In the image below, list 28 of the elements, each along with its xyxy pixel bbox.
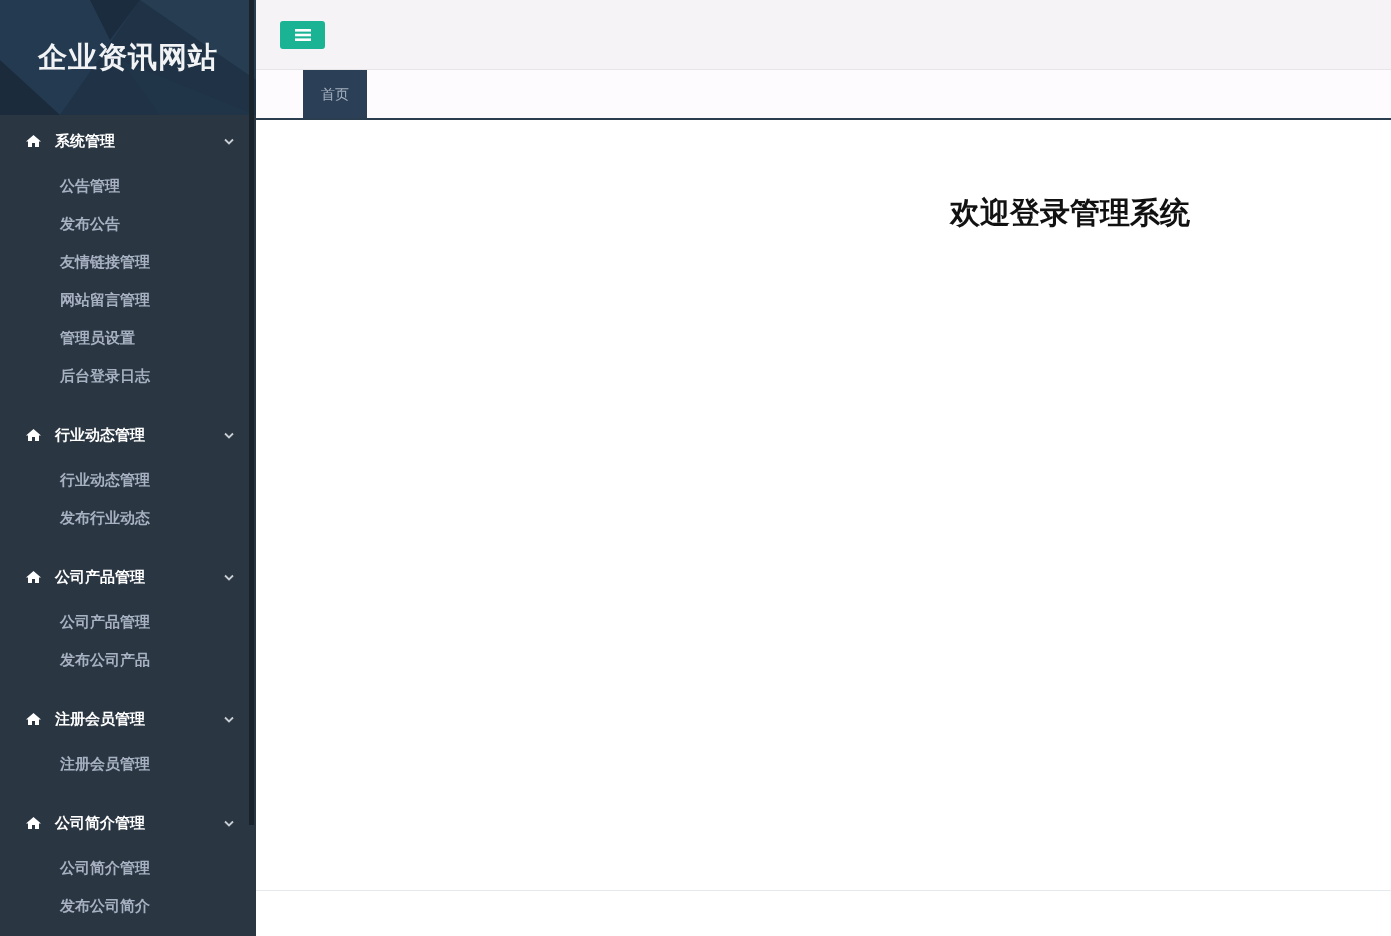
menu-section-header[interactable]: 行业动态管理 xyxy=(0,409,256,461)
menu-item[interactable]: 发布公告 xyxy=(0,205,120,243)
menu-section-header[interactable]: 系统管理 xyxy=(0,115,256,167)
menu-section-header[interactable]: 注册会员管理 xyxy=(0,693,256,745)
home-icon xyxy=(26,429,41,441)
home-icon xyxy=(26,571,41,583)
menu-item[interactable]: 公司产品管理 xyxy=(0,603,150,641)
home-icon xyxy=(26,713,41,725)
tab[interactable]: 首页 xyxy=(303,70,367,118)
welcome-title: 欢迎登录管理系统 xyxy=(950,194,1190,232)
menu-item[interactable]: 发布公司产品 xyxy=(0,641,150,679)
home-icon xyxy=(26,817,41,829)
menu-item[interactable]: 注册会员管理 xyxy=(0,745,150,783)
menu-item[interactable]: 友情链接管理 xyxy=(0,243,150,281)
menu-section-header[interactable]: 公司产品管理 xyxy=(0,551,256,603)
menu-icon xyxy=(294,28,311,41)
menu-toggle-button[interactable] xyxy=(280,20,325,49)
menu-item[interactable]: 发布行业动态 xyxy=(0,499,150,537)
menu-item[interactable]: 行业动态管理 xyxy=(0,461,150,499)
menu-section-header[interactable]: 公司简介管理 xyxy=(0,797,256,849)
menu-item[interactable]: 发布公司简介 xyxy=(0,887,150,925)
menu-item[interactable]: 管理员设置 xyxy=(0,319,135,357)
menu-item[interactable]: 公告管理 xyxy=(0,167,120,205)
menu-item[interactable]: 后台登录日志 xyxy=(0,357,150,395)
home-icon xyxy=(26,135,41,147)
menu-item[interactable]: 网站留言管理 xyxy=(0,281,150,319)
site-title: 企业资讯网站 xyxy=(38,38,218,76)
menu-item[interactable]: 公司简介管理 xyxy=(0,849,150,887)
